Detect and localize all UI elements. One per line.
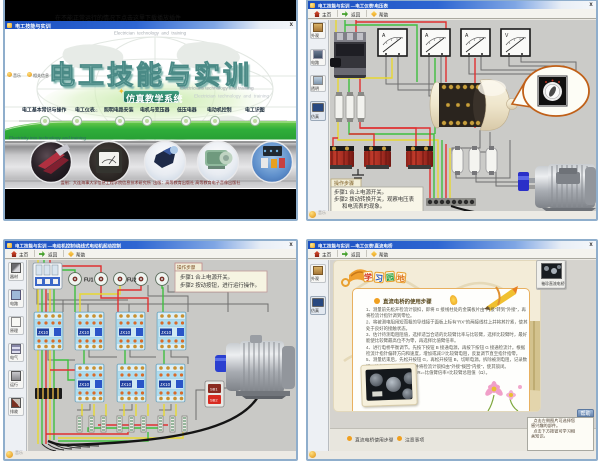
svg-text:操作步骤: 操作步骤 (177, 264, 196, 271)
svg-text:步骤1 合上电源开关。: 步骤1 合上电源开关。 (180, 273, 233, 281)
svg-text:Electricity into technology an: Electricity into technology and training (9, 136, 87, 141)
svg-text:FU1: FU1 (84, 278, 94, 284)
svg-text:和电流表的现象。: 和电流表的现象。 (342, 202, 385, 210)
svg-text:步骤2 按动按钮，进行运行操作。: 步骤2 按动按钮，进行运行操作。 (180, 281, 260, 289)
svg-text:操作步骤: 操作步骤 (334, 180, 354, 187)
svg-text:SB1: SB1 (210, 387, 218, 392)
svg-text:步骤1 合上电源开关。: 步骤1 合上电源开关。 (334, 188, 387, 196)
svg-text:SB2: SB2 (210, 398, 218, 403)
svg-text:FU2: FU2 (127, 278, 137, 284)
svg-text:步骤2 拨动转换开关，观察电压表: 步骤2 拨动转换开关，观察电压表 (334, 195, 415, 203)
